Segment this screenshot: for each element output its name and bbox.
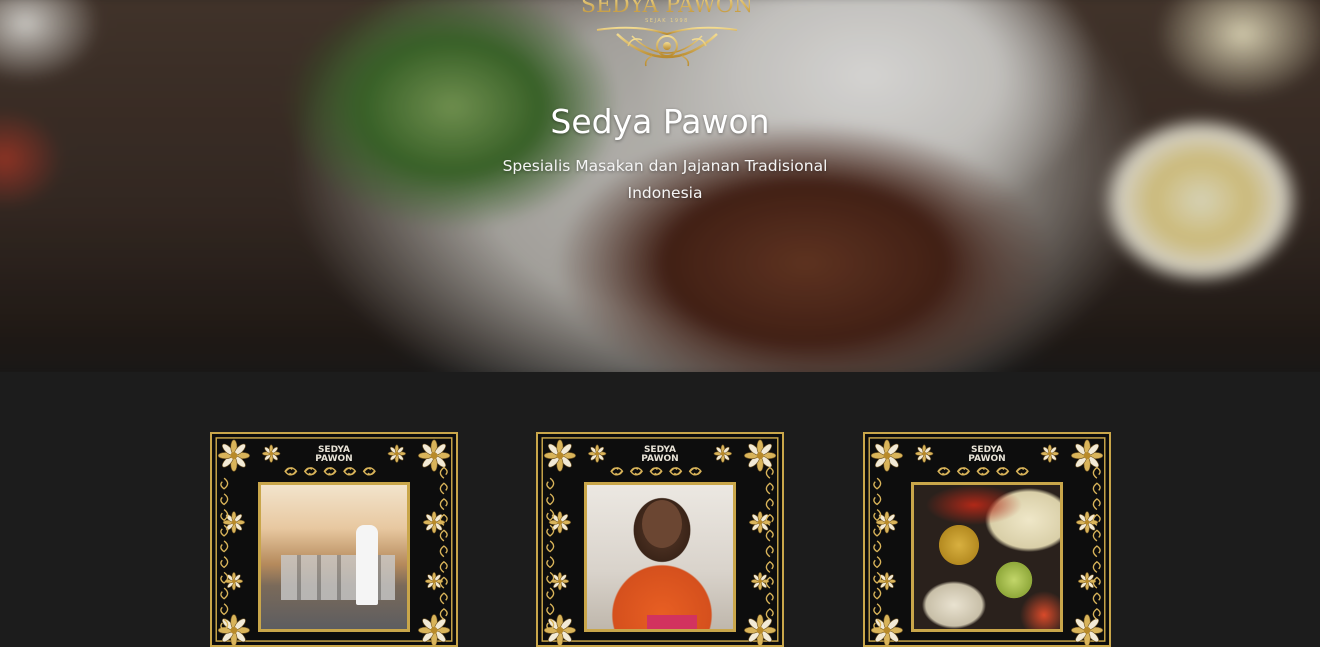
spices-ingredients-photo [911,482,1063,632]
feature-card-spices[interactable]: SEDYA PAWON [863,432,1111,647]
feature-cards: SEDYA PAWON SEDYA PAWON SEDYA PAWON [0,432,1320,647]
feature-card-catering[interactable]: SEDYA PAWON [210,432,458,647]
card-brand-label: SEDYA PAWON [315,445,353,464]
feature-card-chef[interactable]: SEDYA PAWON [536,432,784,647]
site-tagline: Spesialis Masakan dan Jajanan Tradisiona… [502,156,828,202]
logo-emblem-icon: SEDYA PAWON SEJAK 1998 [581,0,753,67]
chef-thumbs-up-photo [584,482,736,632]
site-title: Sedya Pawon [550,102,770,142]
logo-subtext: SEJAK 1998 [645,18,689,24]
sedya-pawon-logo[interactable]: SEDYA PAWON SEJAK 1998 [577,0,757,72]
hero-banner: SEDYA PAWON SEJAK 1998 Sedya Pawon Spesi… [0,0,1320,372]
catering-buffet-photo [258,482,410,632]
logo-text: SEDYA PAWON [581,0,753,18]
card-brand-label: SEDYA PAWON [968,445,1006,464]
card-brand-label: SEDYA PAWON [641,445,679,464]
